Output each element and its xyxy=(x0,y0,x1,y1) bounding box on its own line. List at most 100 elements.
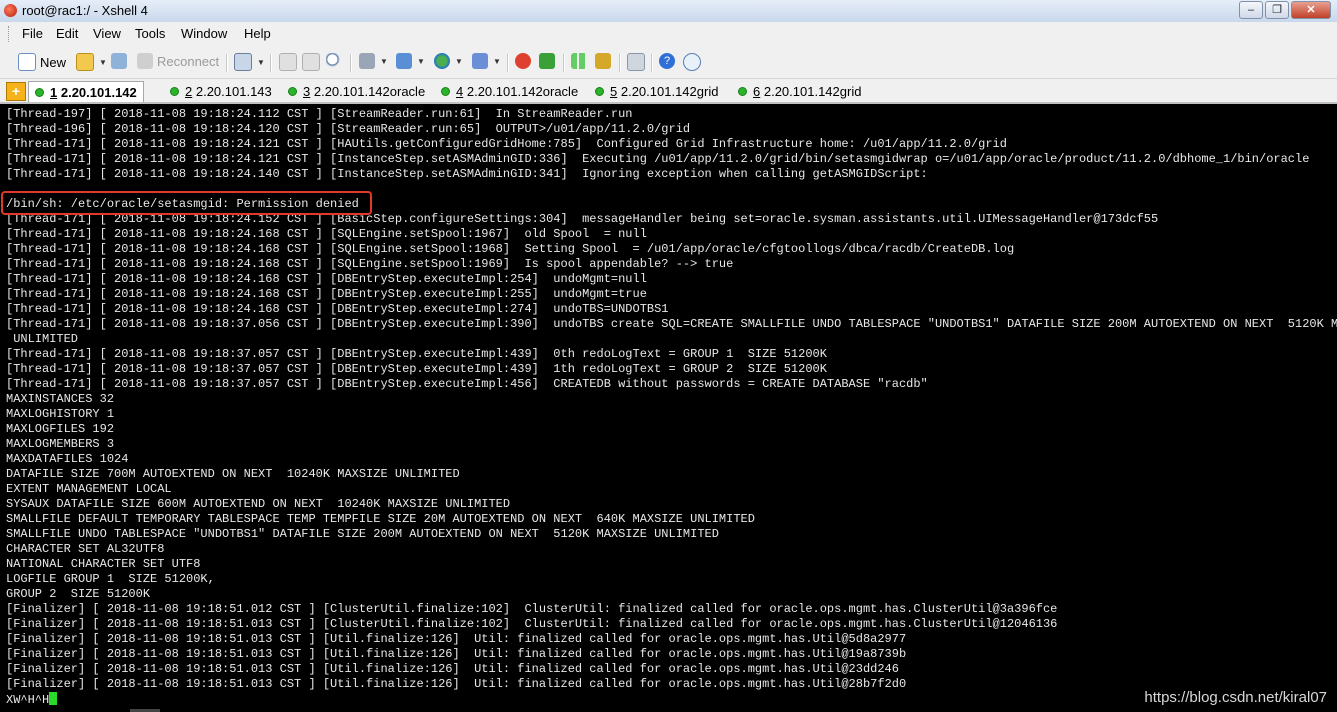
terminal-line: [Thread-171] [ 2018-11-08 19:18:24.168 C… xyxy=(6,257,734,271)
terminal-line: [Thread-171] [ 2018-11-08 19:18:24.168 C… xyxy=(6,227,647,241)
open-button[interactable]: ▼ xyxy=(76,53,107,71)
tab-number: 6 xyxy=(753,83,761,99)
toolbar: New ▼ Reconnect ▼ ▼ ▼ ▼ ▼ ? xyxy=(0,46,1337,79)
toolbar-separator xyxy=(270,54,272,72)
web-button[interactable]: ▼ xyxy=(434,53,463,69)
link-icon xyxy=(111,53,127,69)
paste-icon xyxy=(302,53,320,71)
chevron-down-icon[interactable]: ▼ xyxy=(380,57,388,66)
terminal-line: [Finalizer] [ 2018-11-08 19:18:51.013 CS… xyxy=(6,677,907,691)
menu-bar-grip[interactable] xyxy=(8,26,12,42)
tab-label: 2.20.101.142oracle xyxy=(313,83,426,99)
tab-number: 5 xyxy=(610,83,618,99)
properties-button[interactable]: ▼ xyxy=(234,53,265,71)
tab-session-4[interactable]: 4 2.20.101.142oracle xyxy=(435,81,584,101)
terminal-line: DATAFILE SIZE 700M AUTOEXTEND ON NEXT 10… xyxy=(6,467,460,481)
terminal-prompt: XW^H^H xyxy=(6,693,50,707)
tab-session-3[interactable]: 3 2.20.101.142oracle xyxy=(282,81,431,101)
folder-icon xyxy=(76,53,94,71)
transfer-button[interactable]: ▼ xyxy=(396,53,425,69)
tab-number: 1 xyxy=(50,84,58,100)
chevron-down-icon[interactable]: ▼ xyxy=(455,57,463,66)
search-icon xyxy=(326,53,342,69)
paste-button[interactable] xyxy=(302,53,320,71)
terminal-line: [Thread-171] [ 2018-11-08 19:18:37.057 C… xyxy=(6,362,827,376)
chevron-down-icon[interactable]: ▼ xyxy=(99,58,107,67)
close-button[interactable]: ✕ xyxy=(1291,1,1331,19)
lock-icon xyxy=(595,53,611,69)
tab-session-5[interactable]: 5 2.20.101.142grid xyxy=(589,81,724,101)
grid-icon xyxy=(571,53,587,69)
tab-number: 4 xyxy=(456,83,464,99)
xftp-button[interactable] xyxy=(515,53,531,69)
terminal-line: UNLIMITED xyxy=(13,332,79,346)
print-button[interactable]: ▼ xyxy=(359,53,388,69)
toolbar-separator xyxy=(350,54,352,72)
tab-session-2[interactable]: 2 2.20.101.143 xyxy=(164,81,278,101)
keyboard-button[interactable] xyxy=(627,53,645,71)
terminal-line: [Finalizer] [ 2018-11-08 19:18:51.013 CS… xyxy=(6,662,899,676)
menu-view[interactable]: View xyxy=(93,26,121,41)
terminal-line: [Thread-171] [ 2018-11-08 19:18:37.057 C… xyxy=(6,347,827,361)
tab-label: 2.20.101.142 xyxy=(60,84,137,100)
terminal-line: SMALLFILE UNDO TABLESPACE "UNDOTBS1" DAT… xyxy=(6,527,719,541)
properties-icon xyxy=(234,53,252,71)
terminal-line: EXTENT MANAGEMENT LOCAL xyxy=(6,482,172,496)
terminal-line: [Thread-171] [ 2018-11-08 19:18:24.168 C… xyxy=(6,272,647,286)
menu-help[interactable]: Help xyxy=(244,26,271,41)
connected-status-icon xyxy=(35,87,44,97)
minimize-button[interactable]: – xyxy=(1239,1,1263,19)
window-title: root@rac1:/ - Xshell 4 xyxy=(22,3,148,18)
copy-button[interactable] xyxy=(279,53,297,71)
tab-number: 2 xyxy=(185,83,193,99)
menu-file[interactable]: File xyxy=(22,26,43,41)
title-bar[interactable]: root@rac1:/ - Xshell 4 – ❐ ✕ xyxy=(0,0,1337,23)
lock-button[interactable] xyxy=(595,53,611,69)
menu-window[interactable]: Window xyxy=(181,26,227,41)
tab-session-6[interactable]: 6 2.20.101.142grid xyxy=(732,81,867,101)
terminal-line: [Thread-171] [ 2018-11-08 19:18:24.168 C… xyxy=(6,242,1015,256)
terminal-line: MAXLOGHISTORY 1 xyxy=(6,407,115,421)
add-session-icon[interactable]: + xyxy=(6,82,26,101)
terminal-area[interactable]: [Thread-197] [ 2018-11-08 19:18:24.112 C… xyxy=(0,104,1337,712)
font-button[interactable]: ▼ xyxy=(472,53,501,69)
terminal-line: MAXDATAFILES 1024 xyxy=(6,452,129,466)
terminal-cursor xyxy=(49,692,58,705)
chat-button[interactable] xyxy=(683,53,701,71)
connected-status-icon xyxy=(170,86,179,96)
find-button[interactable] xyxy=(326,53,342,69)
tab-session-1[interactable]: 1 2.20.101.142 xyxy=(28,81,144,102)
help-button[interactable]: ? xyxy=(659,53,675,69)
terminal-line: GROUP 2 SIZE 51200K xyxy=(6,587,151,601)
terminal-line: [Thread-171] [ 2018-11-08 19:18:24.140 C… xyxy=(6,167,928,181)
new-session-button[interactable]: New xyxy=(18,53,66,71)
terminal-line: [Thread-171] [ 2018-11-08 19:18:24.168 C… xyxy=(6,287,647,301)
menu-edit[interactable]: Edit xyxy=(56,26,78,41)
tab-label: 2.20.101.142oracle xyxy=(466,83,579,99)
chevron-down-icon[interactable]: ▼ xyxy=(257,58,265,67)
connected-status-icon xyxy=(595,86,604,96)
script-button[interactable] xyxy=(539,53,555,69)
terminal-line: CHARACTER SET AL32UTF8 xyxy=(6,542,165,556)
terminal-line: [Finalizer] [ 2018-11-08 19:18:51.013 CS… xyxy=(6,647,907,661)
terminal-line: MAXLOGFILES 192 xyxy=(6,422,115,436)
connected-status-icon xyxy=(738,86,747,96)
connect-button[interactable] xyxy=(111,53,127,69)
terminal-line: LOGFILE GROUP 1 SIZE 51200K, xyxy=(6,572,215,586)
globe-icon xyxy=(434,53,450,69)
connected-status-icon xyxy=(441,86,450,96)
window-controls: – ❐ ✕ xyxy=(1239,1,1331,19)
reconnect-button[interactable]: Reconnect xyxy=(137,53,219,69)
terminal-line: [Thread-171] [ 2018-11-08 19:18:24.121 C… xyxy=(6,152,1310,166)
layout-button[interactable] xyxy=(571,53,587,69)
chevron-down-icon[interactable]: ▼ xyxy=(493,57,501,66)
menu-tools[interactable]: Tools xyxy=(135,26,165,41)
maximize-button[interactable]: ❐ xyxy=(1265,1,1289,19)
help-icon: ? xyxy=(659,53,675,69)
chevron-down-icon[interactable]: ▼ xyxy=(417,57,425,66)
new-label: New xyxy=(40,54,67,70)
keyboard-icon xyxy=(627,53,645,71)
terminal-line: SMALLFILE DEFAULT TEMPORARY TABLESPACE T… xyxy=(6,512,755,526)
transfer-icon xyxy=(396,53,412,69)
terminal-line: [Thread-196] [ 2018-11-08 19:18:24.120 C… xyxy=(6,122,691,136)
